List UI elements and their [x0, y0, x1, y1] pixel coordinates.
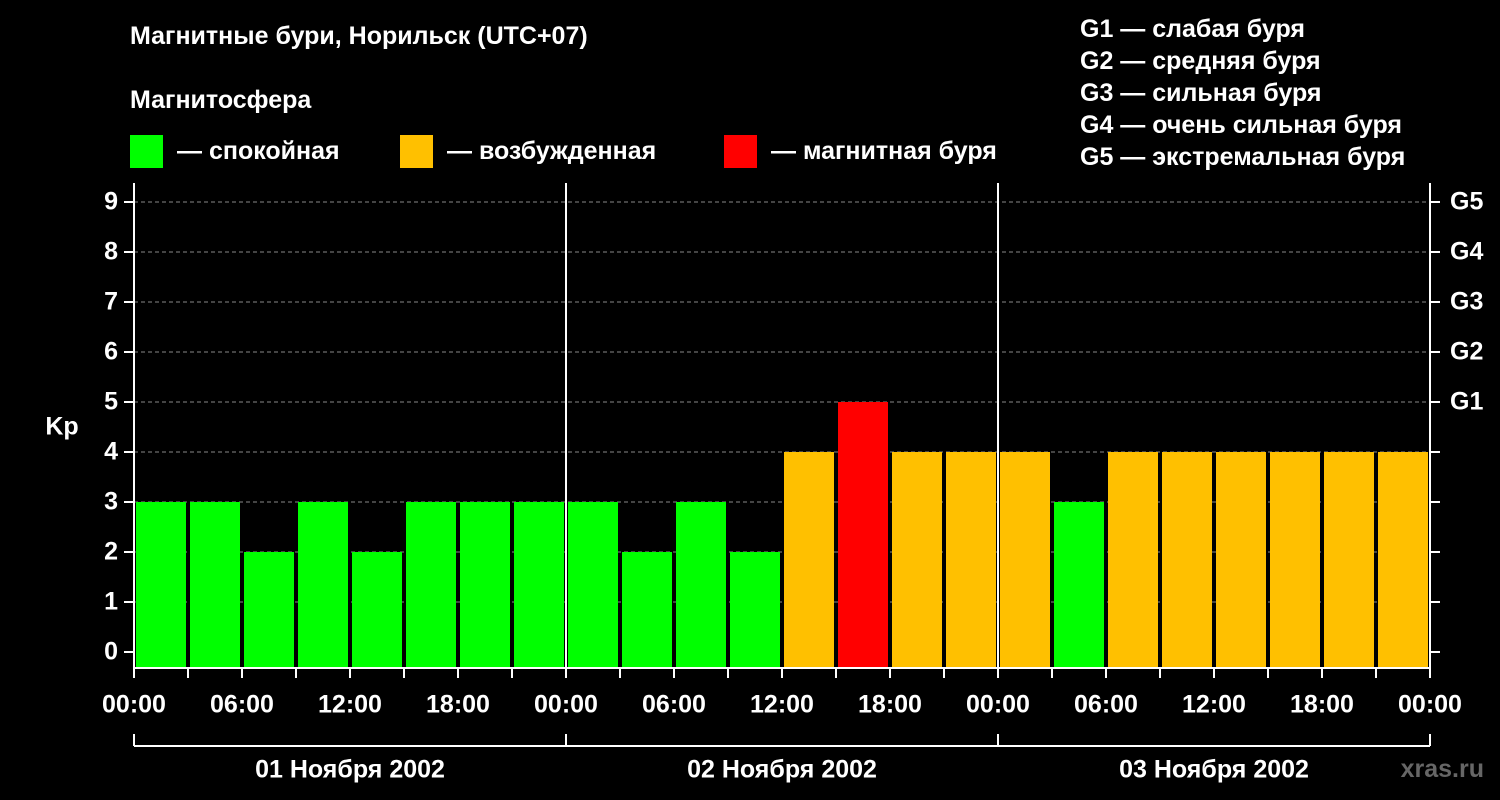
bar [514, 502, 564, 668]
bar [892, 452, 942, 668]
x-tick-label: 00:00 [966, 691, 1030, 719]
day-label: 03 Ноября 2002 [1119, 756, 1309, 784]
bar [1000, 452, 1050, 668]
g-level-label: G1 [1450, 388, 1483, 416]
bar [1378, 452, 1428, 668]
bar [784, 452, 834, 668]
bar [460, 502, 510, 668]
bar [1216, 452, 1266, 668]
y-tick-label: 8 [104, 238, 118, 266]
y-axis-label: Kp [45, 413, 78, 441]
bar [1108, 452, 1158, 668]
bar [352, 552, 402, 668]
y-tick-label: 2 [104, 538, 118, 566]
bar [1054, 502, 1104, 668]
x-tick-label: 18:00 [858, 691, 922, 719]
y-tick-label: 1 [104, 588, 118, 616]
x-tick-label: 00:00 [1398, 691, 1462, 719]
x-tick-label: 12:00 [318, 691, 382, 719]
y-tick-label: 6 [104, 338, 118, 366]
bar [1324, 452, 1374, 668]
bar [1270, 452, 1320, 668]
x-tick-label: 18:00 [1290, 691, 1354, 719]
bar [136, 502, 186, 668]
bar [946, 452, 996, 668]
y-tick-label: 7 [104, 288, 118, 316]
y-tick-label: 0 [104, 638, 118, 666]
g-level-label: G4 [1450, 238, 1483, 266]
bar [298, 502, 348, 668]
kp-bar-chart: 0 1 2 3 4 5 6 7 8 9 G1 G2 G3 G4 G5 Kp 00:00 06:00 12:00 18:… [45, 183, 1483, 784]
x-tick-label: 00:00 [102, 691, 166, 719]
g-level-label: G5 [1450, 188, 1483, 216]
x-tick-label: 06:00 [210, 691, 274, 719]
g-level-label: G3 [1450, 288, 1483, 316]
day-label: 01 Ноября 2002 [255, 756, 445, 784]
bar [730, 552, 780, 668]
bar [568, 502, 618, 668]
bar [676, 502, 726, 668]
bar [838, 402, 888, 668]
x-tick-label: 06:00 [642, 691, 706, 719]
x-tick-label: 18:00 [426, 691, 490, 719]
bar [406, 502, 456, 668]
day-label: 02 Ноября 2002 [687, 756, 877, 784]
bar [1162, 452, 1212, 668]
y-tick-label: 4 [104, 438, 118, 466]
x-tick-label: 12:00 [1182, 691, 1246, 719]
bar [622, 552, 672, 668]
y-tick-label: 9 [104, 188, 118, 216]
bar [244, 552, 294, 668]
g-level-label: G2 [1450, 338, 1483, 366]
y-tick-label: 5 [104, 388, 118, 416]
y-tick-label: 3 [104, 488, 118, 516]
bar [190, 502, 240, 668]
x-tick-label: 00:00 [534, 691, 598, 719]
x-tick-label: 06:00 [1074, 691, 1138, 719]
x-tick-label: 12:00 [750, 691, 814, 719]
watermark: xras.ru [1400, 755, 1484, 783]
